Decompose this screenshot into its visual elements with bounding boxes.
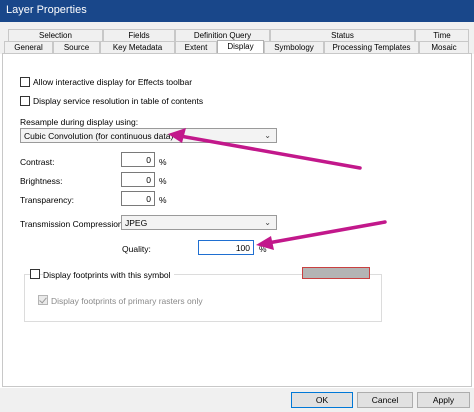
- brightness-percent: %: [159, 176, 167, 186]
- footprints-label: Display footprints with this symbol: [43, 270, 174, 280]
- footprints-primary-label: Display footprints of primary rasters on…: [51, 296, 203, 306]
- chevron-down-icon: ⌄: [264, 218, 271, 227]
- apply-button[interactable]: Apply: [417, 392, 470, 408]
- resample-label: Resample during display using:: [20, 117, 139, 127]
- compression-dropdown[interactable]: JPEG ⌄: [121, 215, 277, 230]
- brightness-input[interactable]: [121, 172, 155, 187]
- transparency-percent: %: [159, 195, 167, 205]
- tab-symbology[interactable]: Symbology: [264, 41, 324, 53]
- service-resolution-label: Display service resolution in table of c…: [33, 96, 204, 106]
- tab-extent[interactable]: Extent: [175, 41, 217, 53]
- tab-general[interactable]: General: [4, 41, 53, 53]
- tab-mosaic[interactable]: Mosaic: [419, 41, 469, 53]
- footprint-symbol-swatch[interactable]: [302, 267, 370, 279]
- brightness-label: Brightness:: [20, 176, 63, 186]
- footprints-checkbox[interactable]: [30, 269, 40, 279]
- contrast-label: Contrast:: [20, 157, 55, 167]
- quality-percent: %: [259, 244, 267, 254]
- contrast-percent: %: [159, 157, 167, 167]
- transparency-label: Transparency:: [20, 195, 75, 205]
- dialog-footer: OK Cancel Apply: [0, 388, 474, 412]
- transparency-input[interactable]: [121, 191, 155, 206]
- tab-display[interactable]: Display: [217, 40, 264, 54]
- resample-dropdown[interactable]: Cubic Convolution (for continuous data) …: [20, 128, 277, 143]
- tab-time[interactable]: Time: [415, 29, 469, 41]
- tab-strip: Selection Fields Definition Query Status…: [0, 22, 474, 54]
- tab-processing-templates[interactable]: Processing Templates: [324, 41, 419, 53]
- service-resolution-checkbox[interactable]: [20, 96, 30, 106]
- window-title: Layer Properties: [6, 4, 87, 16]
- tab-source[interactable]: Source: [53, 41, 100, 53]
- tab-fields[interactable]: Fields: [103, 29, 175, 41]
- title-bar: Layer Properties: [0, 0, 474, 22]
- tab-key-metadata[interactable]: Key Metadata: [100, 41, 175, 53]
- quality-input[interactable]: [198, 240, 254, 255]
- resample-value: Cubic Convolution (for continuous data): [24, 131, 174, 141]
- compression-label: Transmission Compression:: [20, 219, 126, 229]
- allow-effects-checkbox[interactable]: [20, 77, 30, 87]
- quality-label: Quality:: [122, 244, 151, 254]
- contrast-input[interactable]: [121, 152, 155, 167]
- chevron-down-icon: ⌄: [264, 131, 271, 140]
- compression-value: JPEG: [125, 218, 148, 228]
- tab-selection[interactable]: Selection: [8, 29, 103, 41]
- ok-button[interactable]: OK: [291, 392, 353, 408]
- allow-effects-label: Allow interactive display for Effects to…: [33, 77, 193, 87]
- cancel-button[interactable]: Cancel: [357, 392, 413, 408]
- footprints-primary-checkbox[interactable]: [38, 295, 48, 305]
- tab-status[interactable]: Status: [270, 29, 415, 41]
